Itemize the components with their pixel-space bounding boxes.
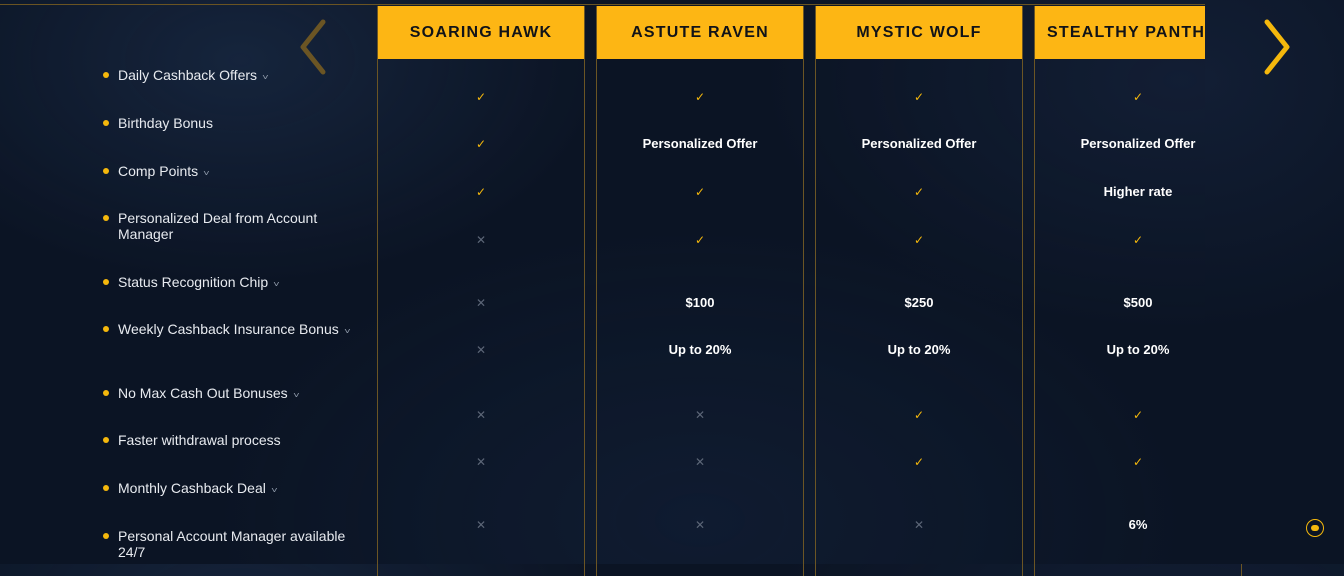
chevron-right-icon: [1264, 19, 1290, 75]
cross-icon: ✕: [475, 518, 487, 532]
bullet-dot: [103, 533, 109, 539]
check-icon: ✓: [475, 90, 487, 104]
bullet-dot: [103, 485, 109, 491]
chevron-down-icon[interactable]: ˅: [271, 483, 278, 499]
chevron-left-icon: [300, 19, 326, 75]
cross-icon: ✕: [475, 408, 487, 422]
tier-header: SOARING HAWK: [378, 6, 584, 59]
cross-icon: ✕: [694, 408, 706, 422]
check-icon: ✓: [913, 455, 925, 469]
bullet-dot: [103, 120, 109, 126]
check-icon: ✓: [913, 90, 925, 104]
chat-button[interactable]: [1306, 519, 1324, 537]
tier-column: MYSTIC WOLF ✓ Personalized Offer ✓ ✓ $250 Up t…: [815, 6, 1023, 576]
feature-label: Faster withdrawal process: [118, 432, 281, 448]
chat-icon: [1311, 525, 1319, 531]
cross-icon: ✕: [694, 518, 706, 532]
cross-icon: ✕: [913, 518, 925, 532]
check-icon: ✓: [475, 185, 487, 199]
feature-label: Personal Account Manager available 24/7: [118, 528, 346, 560]
tier-column: ASTUTE RAVEN ✓ Personalized Offer ✓ ✓ $100 Up …: [596, 6, 804, 576]
feature-label: Monthly Cashback Deal ˅: [118, 480, 277, 499]
feature-row: Faster withdrawal process: [103, 432, 358, 448]
feature-label: Status Recognition Chip ˅: [118, 274, 280, 293]
bullet-dot: [103, 326, 109, 332]
feature-label: Comp Points ˅: [118, 163, 210, 182]
tier-value: Personalized Offer: [861, 136, 977, 151]
feature-label: Daily Cashback Offers ˅: [118, 67, 269, 86]
cross-icon: ✕: [475, 233, 487, 247]
tier-header: MYSTIC WOLF: [816, 6, 1022, 59]
feature-row[interactable]: Weekly Cashback Insurance Bonus ˅: [103, 321, 358, 340]
check-icon: ✓: [694, 185, 706, 199]
check-icon: ✓: [913, 185, 925, 199]
chevron-down-icon[interactable]: ˅: [203, 166, 210, 182]
feature-label: No Max Cash Out Bonuses ˅: [118, 385, 300, 404]
chevron-down-icon[interactable]: ˅: [273, 277, 280, 293]
tier-value: $250: [904, 295, 934, 310]
bullet-dot: [103, 279, 109, 285]
chevron-down-icon[interactable]: ˅: [344, 324, 351, 340]
feature-row[interactable]: Monthly Cashback Deal ˅: [103, 480, 358, 499]
tier-value: Personalized Offer: [642, 136, 758, 151]
chevron-down-icon[interactable]: ˅: [262, 70, 269, 86]
tier-header: ASTUTE RAVEN: [597, 6, 803, 59]
carousel-next-button[interactable]: [1260, 18, 1294, 76]
tier-column: SOARING HAWK ✓ ✓ ✓ ✕ ✕ ✕ ✕ ✕ ✕: [377, 6, 585, 576]
chevron-down-icon[interactable]: ˅: [293, 388, 300, 404]
feature-row: Personal Account Manager available 24/7: [103, 528, 358, 560]
feature-row[interactable]: No Max Cash Out Bonuses ˅: [103, 385, 358, 404]
check-icon: ✓: [694, 90, 706, 104]
bullet-dot: [103, 390, 109, 396]
feature-row[interactable]: Comp Points ˅: [103, 163, 358, 182]
feature-label: Birthday Bonus: [118, 115, 213, 131]
bullet-dot: [103, 215, 109, 221]
check-icon: ✓: [475, 137, 487, 151]
tier-value: Up to 20%: [887, 342, 951, 357]
cross-icon: ✕: [694, 455, 706, 469]
feature-label: Weekly Cashback Insurance Bonus ˅: [118, 321, 351, 340]
tier-value: Up to 20%: [668, 342, 732, 357]
tier-value: $100: [685, 295, 715, 310]
bullet-dot: [103, 437, 109, 443]
feature-row: Birthday Bonus: [103, 115, 358, 131]
bullet-dot: [103, 168, 109, 174]
feature-label: Personalized Deal from Account Manager: [118, 210, 318, 242]
check-icon: ✓: [913, 233, 925, 247]
cross-icon: ✕: [475, 343, 487, 357]
cross-icon: ✕: [475, 296, 487, 310]
check-icon: ✓: [694, 233, 706, 247]
feature-row: Personalized Deal from Account Manager: [103, 210, 358, 242]
check-icon: ✓: [913, 408, 925, 422]
carousel-prev-button[interactable]: [296, 18, 330, 76]
feature-list: Daily Cashback Offers ˅ Birthday Bonus Comp…: [0, 0, 370, 564]
cross-icon: ✕: [475, 455, 487, 469]
bullet-dot: [103, 72, 109, 78]
carousel-mask: [1205, 0, 1344, 564]
feature-row[interactable]: Status Recognition Chip ˅: [103, 274, 358, 293]
